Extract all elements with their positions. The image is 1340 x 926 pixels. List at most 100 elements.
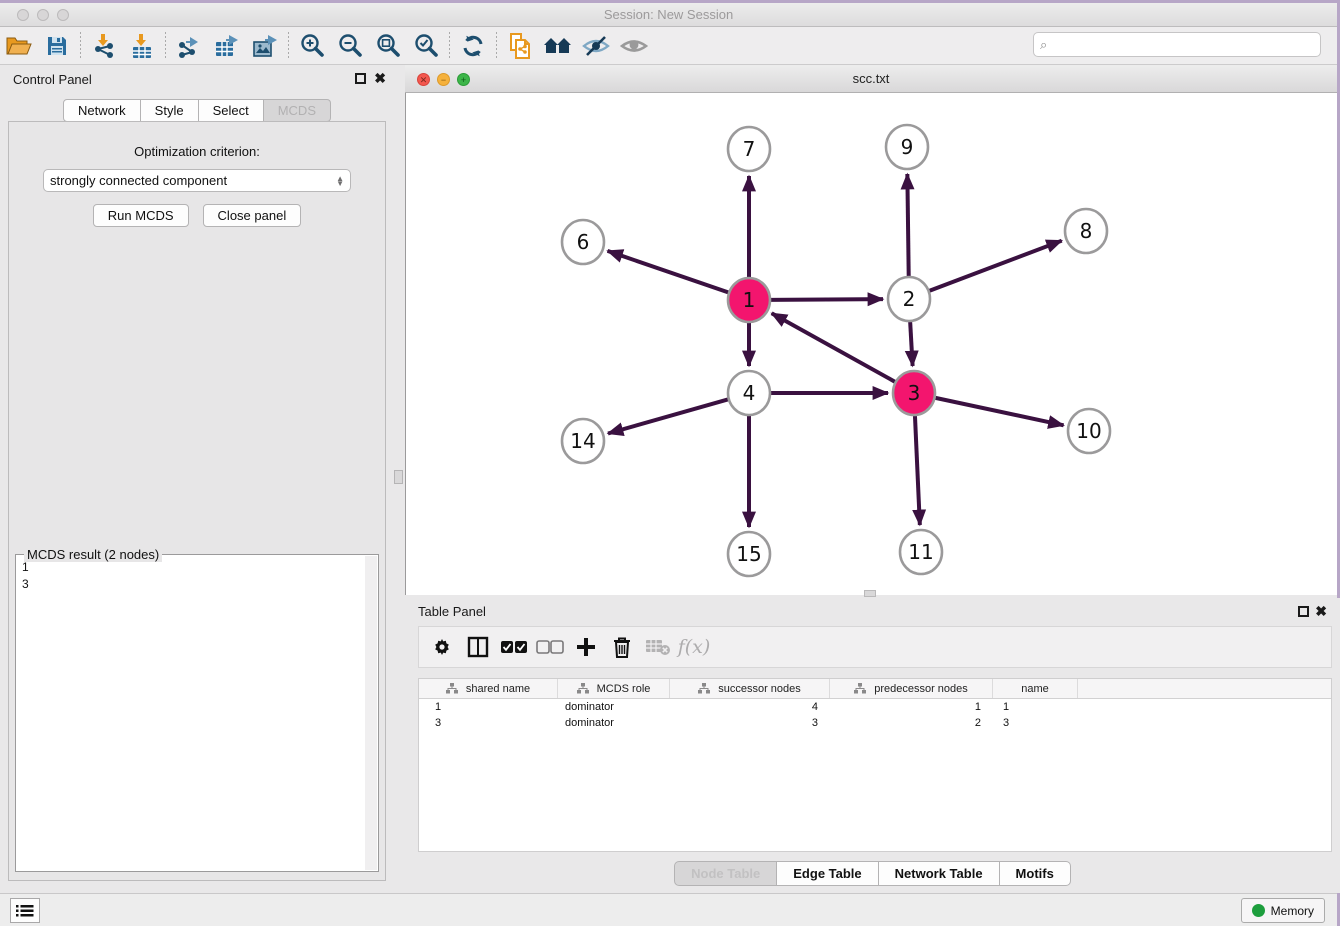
zoom-selected-icon[interactable] <box>407 31 445 61</box>
graph-edge-4-14[interactable] <box>608 399 728 433</box>
cell-name[interactable]: 1 <box>993 699 1078 715</box>
graph-edge-2-8[interactable] <box>930 241 1062 291</box>
cell-predecessor-nodes[interactable]: 1 <box>830 699 993 715</box>
memory-button[interactable]: Memory <box>1241 898 1325 923</box>
export-image-icon[interactable] <box>246 31 284 61</box>
close-panel-button[interactable]: Close panel <box>203 204 302 227</box>
tab-style[interactable]: Style <box>141 99 199 122</box>
graph-node-9[interactable]: 9 <box>886 125 928 169</box>
graph-edge-1-2[interactable] <box>771 299 883 300</box>
export-table-icon[interactable] <box>208 31 246 61</box>
zoom-in-icon[interactable] <box>293 31 331 61</box>
table-settings-icon[interactable] <box>427 633 457 661</box>
mcds-result-scrollbar[interactable] <box>365 556 377 870</box>
graph-node-7[interactable]: 7 <box>728 127 770 171</box>
export-network-icon[interactable] <box>170 31 208 61</box>
add-column-icon[interactable] <box>571 633 601 661</box>
table-row[interactable]: 1 dominator 4 1 1 <box>419 699 1331 715</box>
cell-successor-nodes[interactable]: 4 <box>670 699 830 715</box>
column-header-successor-nodes[interactable]: successor nodes <box>670 679 830 698</box>
search-input[interactable] <box>1051 38 1320 52</box>
graph-node-label: 4 <box>743 381 756 405</box>
deselect-all-checkboxes-icon[interactable] <box>535 633 565 661</box>
select-all-checkboxes-icon[interactable] <box>499 633 529 661</box>
open-session-icon[interactable] <box>0 31 38 61</box>
save-session-icon[interactable] <box>38 31 76 61</box>
column-label: predecessor nodes <box>874 683 968 695</box>
panel-divider-handle[interactable] <box>394 470 403 484</box>
column-header-name[interactable]: name <box>993 679 1078 698</box>
graph-node-6[interactable]: 6 <box>562 220 604 264</box>
toolbar-separator <box>165 32 166 60</box>
table-panel-close-icon[interactable]: ✖ <box>1315 603 1327 620</box>
network-resize-handle[interactable] <box>864 590 876 597</box>
import-network-icon[interactable] <box>85 31 123 61</box>
delete-table-icon[interactable] <box>643 633 673 661</box>
home-views-icon[interactable] <box>539 31 577 61</box>
column-layout-icon[interactable] <box>463 633 493 661</box>
graph-node-2[interactable]: 2 <box>888 277 930 321</box>
network-canvas[interactable]: 7 9 6 8 1 2 4 3 14 10 15 11 <box>405 93 1337 595</box>
column-header-predecessor-nodes[interactable]: predecessor nodes <box>830 679 993 698</box>
graph-edge-2-9[interactable] <box>907 174 908 276</box>
column-label: shared name <box>466 683 530 695</box>
cell-mcds-role[interactable]: dominator <box>558 699 670 715</box>
zoom-fit-icon[interactable] <box>369 31 407 61</box>
tab-select[interactable]: Select <box>199 99 264 122</box>
column-header-shared-name[interactable]: shared name <box>419 679 558 698</box>
window-title: Session: New Session <box>0 7 1337 22</box>
graph-node-15[interactable]: 15 <box>728 532 770 576</box>
cell-mcds-role[interactable]: dominator <box>558 715 670 731</box>
network-graph[interactable]: 7 9 6 8 1 2 4 3 14 10 15 11 <box>406 93 1337 595</box>
cell-name[interactable]: 3 <box>993 715 1078 731</box>
mcds-result-item[interactable]: 3 <box>22 576 364 593</box>
node-table[interactable]: shared name MCDS role successor nodes pr… <box>418 678 1332 852</box>
graph-edge-1-6[interactable] <box>608 251 729 293</box>
tab-edge-table[interactable]: Edge Table <box>777 861 878 886</box>
duplicate-network-icon[interactable] <box>501 31 539 61</box>
column-hierarchy-icon <box>577 683 589 694</box>
graph-node-14[interactable]: 14 <box>562 419 604 463</box>
cell-successor-nodes[interactable]: 3 <box>670 715 830 731</box>
show-hidden-eye-icon[interactable] <box>615 31 653 61</box>
control-panel-float-icon[interactable] <box>355 73 366 84</box>
mcds-panel-body: Optimization criterion: strongly connect… <box>8 121 386 881</box>
apply-function-icon[interactable]: f(x) <box>679 633 709 661</box>
graph-edge-3-10[interactable] <box>935 398 1063 425</box>
table-panel-float-icon[interactable] <box>1298 606 1309 617</box>
toolbar-separator <box>449 32 450 60</box>
delete-column-icon[interactable] <box>607 633 637 661</box>
hide-selected-eye-icon[interactable] <box>577 31 615 61</box>
graph-node-4[interactable]: 4 <box>728 371 770 415</box>
mcds-result-list[interactable]: 1 3 <box>18 559 364 869</box>
import-table-icon[interactable] <box>123 31 161 61</box>
cell-predecessor-nodes[interactable]: 2 <box>830 715 993 731</box>
cell-shared-name[interactable]: 3 <box>419 715 558 731</box>
graph-node-11[interactable]: 11 <box>900 530 942 574</box>
graph-node-label: 7 <box>743 137 756 161</box>
tab-motifs[interactable]: Motifs <box>1000 861 1071 886</box>
graph-edge-2-3[interactable] <box>910 322 912 366</box>
control-panel-close-icon[interactable]: ✖ <box>374 70 386 87</box>
table-row[interactable]: 3 dominator 3 2 3 <box>419 715 1331 731</box>
graph-node-10[interactable]: 10 <box>1068 409 1110 453</box>
refresh-icon[interactable] <box>454 31 492 61</box>
graph-edge-3-1[interactable] <box>772 313 895 381</box>
mcds-result-item[interactable]: 1 <box>22 559 364 576</box>
tab-network[interactable]: Network <box>63 99 141 122</box>
tab-network-table[interactable]: Network Table <box>879 861 1000 886</box>
task-history-button[interactable] <box>10 898 40 923</box>
graph-edge-3-11[interactable] <box>915 416 920 525</box>
graph-node-3[interactable]: 3 <box>893 371 935 415</box>
tab-node-table[interactable]: Node Table <box>674 861 777 886</box>
graph-node-1[interactable]: 1 <box>728 278 770 322</box>
run-mcds-button[interactable]: Run MCDS <box>93 204 189 227</box>
fx-label: f(x) <box>678 636 711 658</box>
column-header-mcds-role[interactable]: MCDS role <box>558 679 670 698</box>
criterion-select[interactable]: strongly connected component ▲▼ <box>43 169 351 192</box>
column-hierarchy-icon <box>698 683 710 694</box>
graph-node-8[interactable]: 8 <box>1065 209 1107 253</box>
zoom-out-icon[interactable] <box>331 31 369 61</box>
cell-shared-name[interactable]: 1 <box>419 699 558 715</box>
tab-mcds[interactable]: MCDS <box>264 99 331 122</box>
